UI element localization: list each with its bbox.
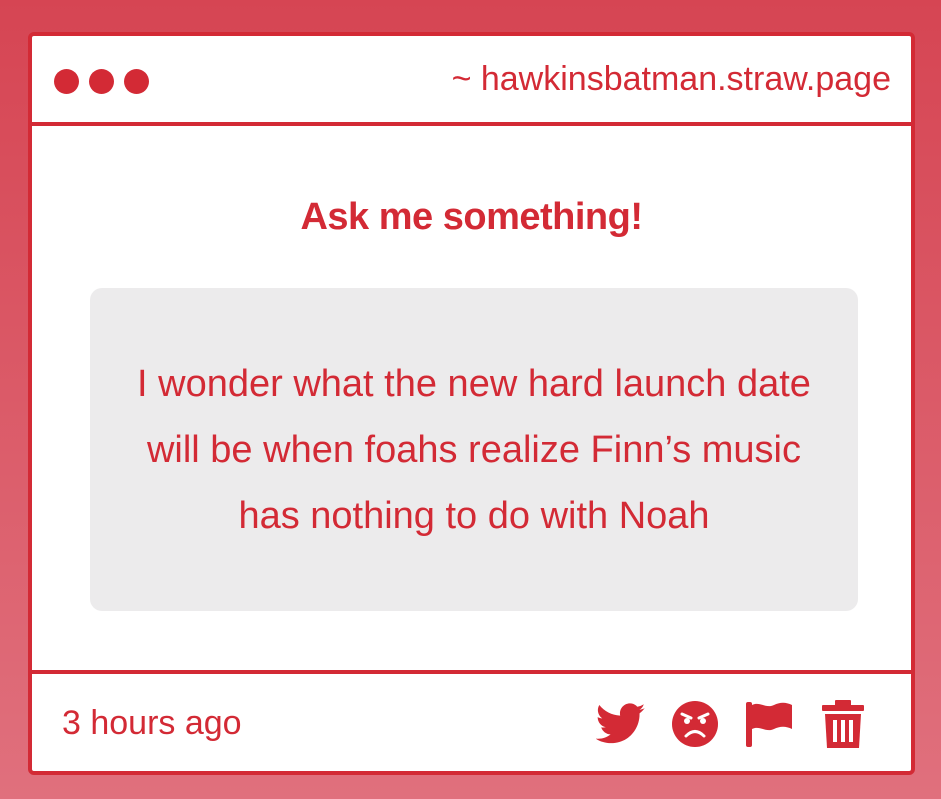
window-dot-3[interactable] xyxy=(124,69,149,94)
window-dot-1[interactable] xyxy=(54,69,79,94)
main-content: Ask me something! I wonder what the new … xyxy=(32,126,911,674)
angry-reaction-button[interactable] xyxy=(669,698,721,750)
footer-bar: 3 hours ago xyxy=(32,674,911,771)
action-bar xyxy=(595,698,869,750)
report-button[interactable] xyxy=(743,698,795,750)
delete-button[interactable] xyxy=(817,698,869,750)
question-card: I wonder what the new hard launch date w… xyxy=(90,288,858,611)
window-dot-2[interactable] xyxy=(89,69,114,94)
flag-icon xyxy=(746,702,792,747)
angry-face-icon xyxy=(672,701,718,747)
message-window: ~ hawkinsbatman.straw.page Ask me someth… xyxy=(28,32,915,775)
page-url[interactable]: ~ hawkinsbatman.straw.page xyxy=(452,60,891,99)
timestamp: 3 hours ago xyxy=(62,704,242,742)
twitter-share-button[interactable] xyxy=(595,698,647,750)
page-title: Ask me something! xyxy=(300,196,643,238)
window-controls xyxy=(54,69,149,94)
question-text: I wonder what the new hard launch date w… xyxy=(137,362,811,537)
title-bar: ~ hawkinsbatman.straw.page xyxy=(32,36,911,126)
trash-icon xyxy=(822,700,864,748)
twitter-bird-icon xyxy=(596,703,646,744)
